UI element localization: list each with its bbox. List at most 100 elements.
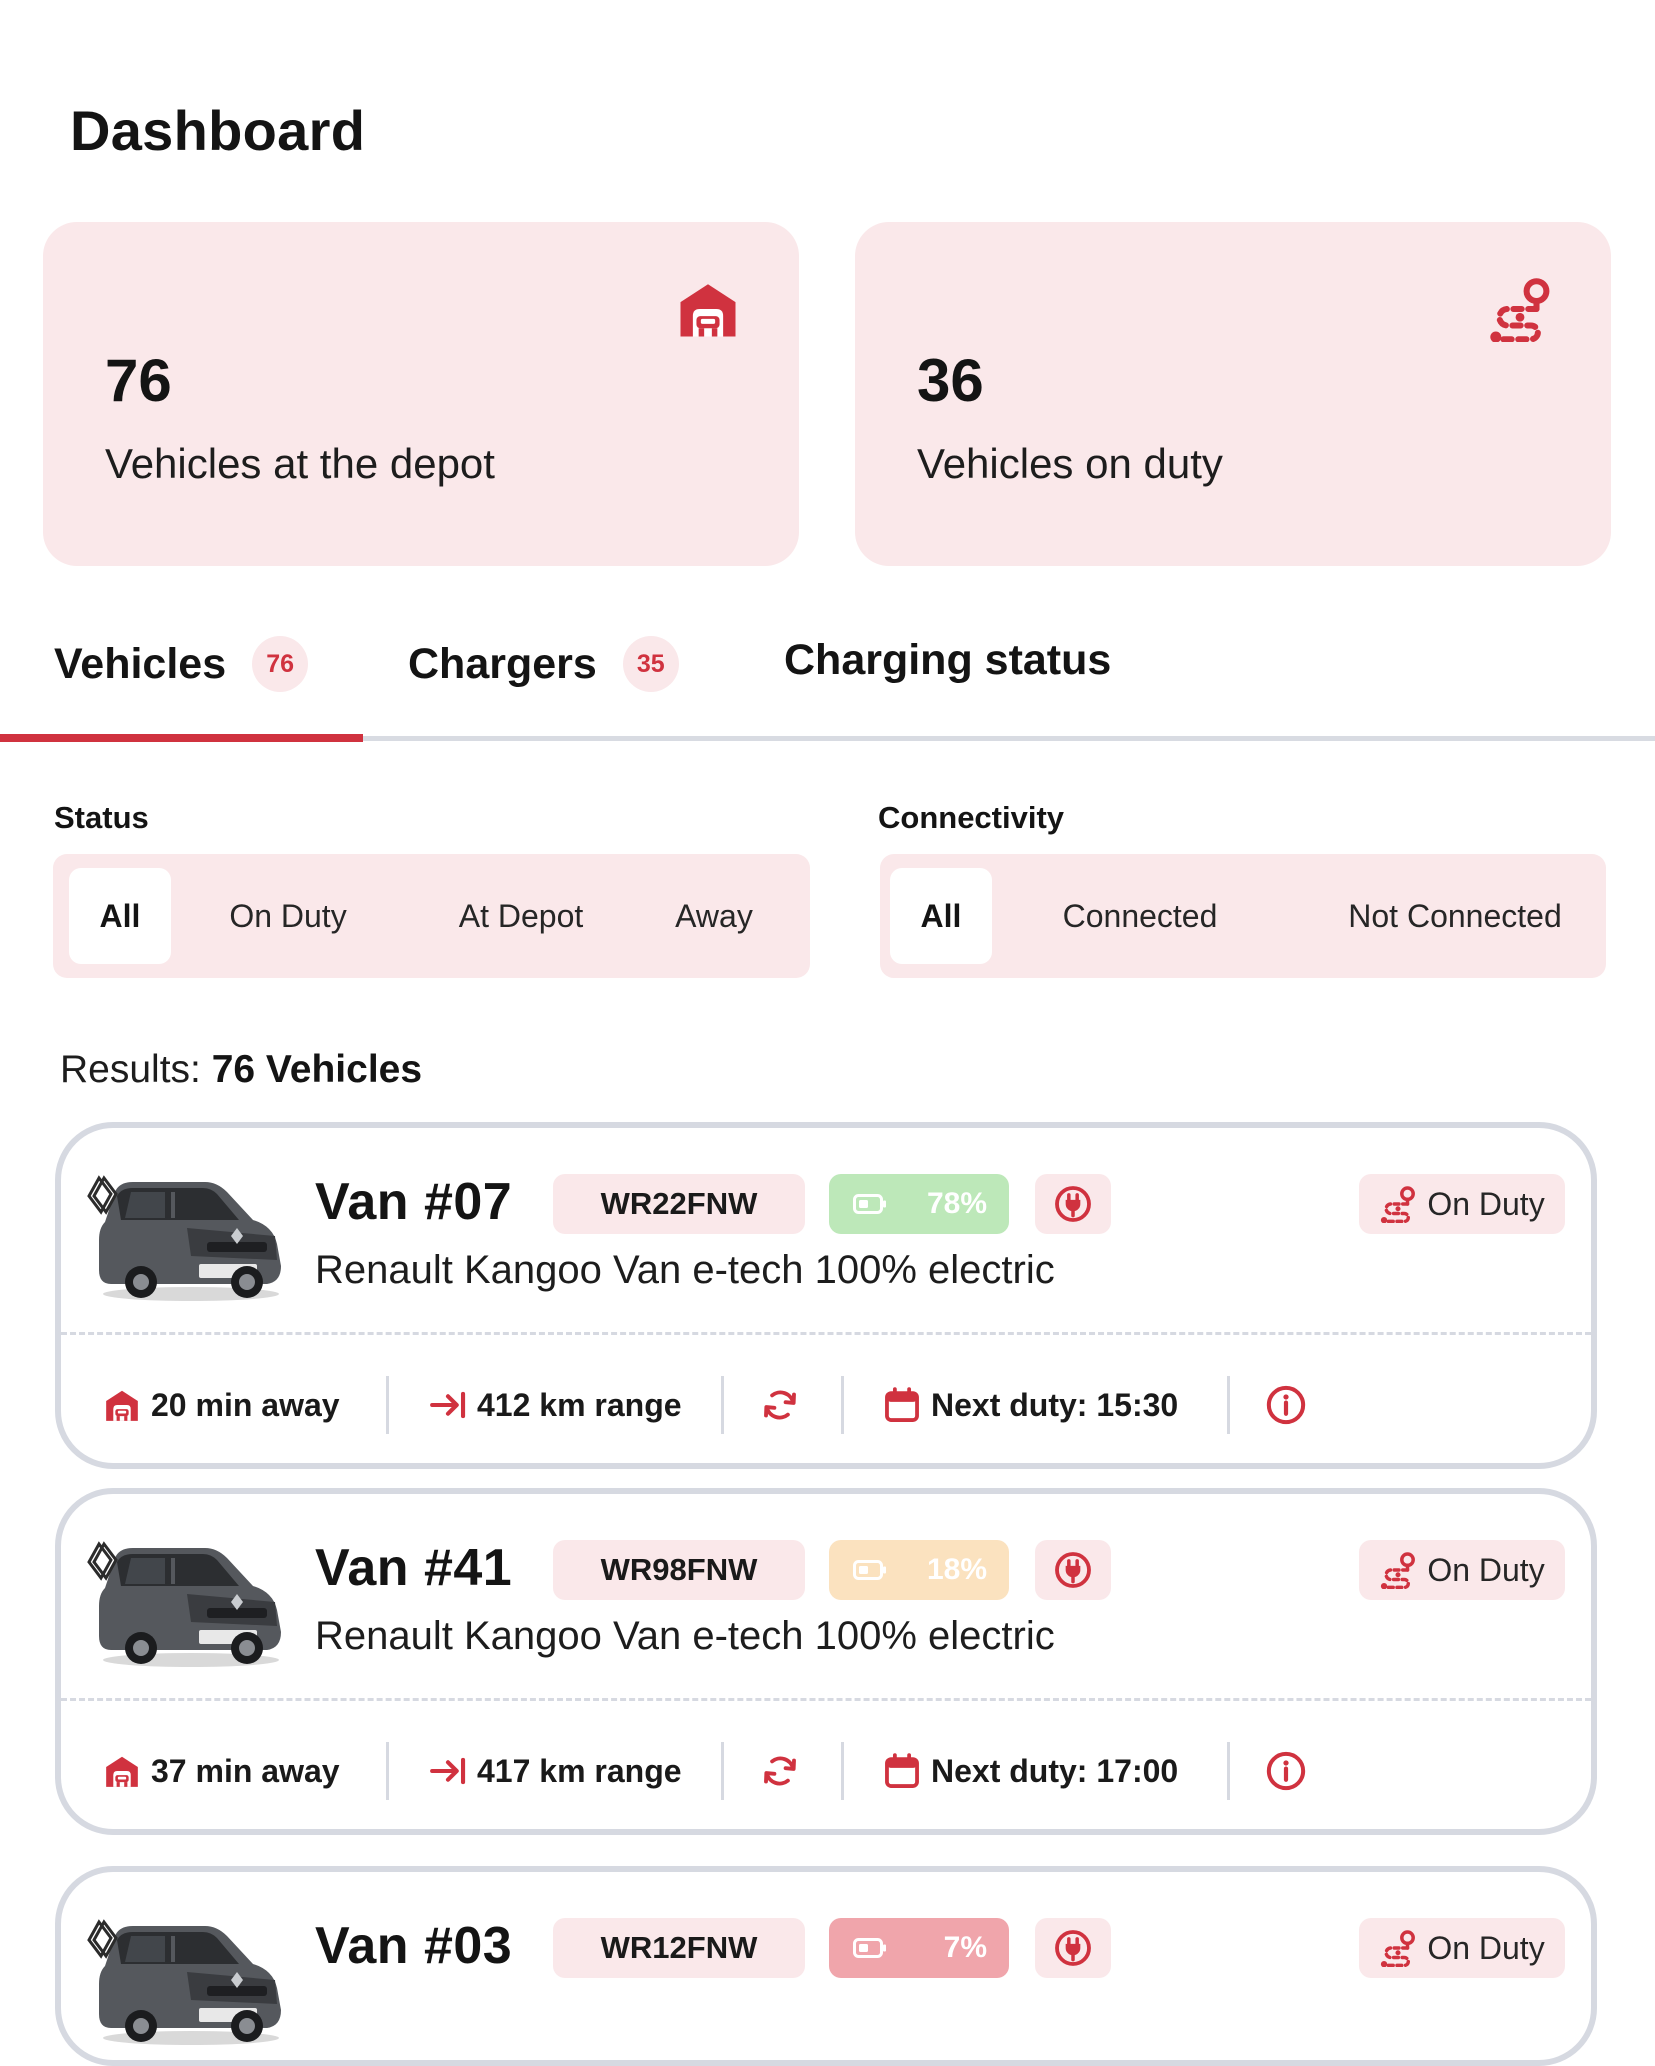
range-text: 417 km range	[477, 1752, 682, 1789]
distance-text: 37 min away	[151, 1752, 340, 1789]
tab-count-badge: 76	[252, 636, 309, 692]
tab-bar: Vehicles 76 Chargers 35 Charging status	[0, 600, 1655, 745]
vehicle-name: Van #07	[315, 1173, 513, 1231]
status-text: On Duty	[1427, 1929, 1545, 1966]
next-duty-info: Next duty: 15:30	[883, 1376, 1178, 1434]
tab-label: Chargers	[408, 639, 597, 688]
stat-label: Vehicles on duty	[917, 440, 1223, 487]
status-option-all[interactable]: All	[69, 868, 171, 964]
sync-button[interactable]	[759, 1742, 811, 1800]
battery-icon	[853, 1938, 887, 1958]
plug-button[interactable]	[1035, 1174, 1111, 1234]
tab-count-badge: 35	[622, 636, 679, 692]
garage-icon	[103, 1386, 141, 1424]
garage-icon	[103, 1752, 141, 1790]
status-badge: On Duty	[1359, 1174, 1565, 1234]
connectivity-option-not-connected[interactable]: Not Connected	[1320, 868, 1590, 964]
tab-charging-status[interactable]: Charging status	[784, 636, 1111, 685]
info-button[interactable]	[1265, 1742, 1317, 1800]
card-divider	[61, 1332, 1591, 1335]
tab-vehicles[interactable]: Vehicles 76	[54, 636, 309, 692]
next-duty-text: Next duty: 17:00	[931, 1752, 1179, 1789]
range-text: 412 km range	[477, 1386, 682, 1423]
route-icon	[1379, 1185, 1417, 1223]
status-badge: On Duty	[1359, 1540, 1565, 1600]
info-separator	[721, 1742, 724, 1800]
stat-value: 36	[917, 347, 984, 414]
route-icon	[1487, 276, 1553, 342]
range-arrow-icon	[429, 1386, 467, 1424]
status-text: On Duty	[1427, 1185, 1545, 1222]
info-separator	[841, 1742, 844, 1800]
results-prefix: Results:	[60, 1048, 212, 1091]
stat-label: Vehicles at the depot	[105, 440, 495, 487]
vehicle-card[interactable]: Van #41 WR98FNW 18% On Duty Renault Kang…	[55, 1488, 1597, 1835]
battery-badge: 18%	[829, 1540, 1009, 1600]
connectivity-option-all[interactable]: All	[890, 868, 992, 964]
sync-button[interactable]	[759, 1376, 811, 1434]
active-tab-indicator	[0, 734, 363, 742]
battery-level: 7%	[943, 1931, 987, 1964]
range-arrow-icon	[429, 1752, 467, 1790]
vehicle-model: Renault Kangoo Van e-tech 100% electric	[315, 1248, 1055, 1292]
card-divider	[61, 1698, 1591, 1701]
info-separator	[386, 1742, 389, 1800]
info-separator	[721, 1376, 724, 1434]
page-title: Dashboard	[70, 99, 366, 162]
info-separator	[1227, 1742, 1230, 1800]
route-icon	[1379, 1929, 1417, 1967]
info-icon	[1265, 1750, 1307, 1792]
battery-icon	[853, 1560, 887, 1580]
battery-icon	[853, 1194, 887, 1214]
status-text: On Duty	[1427, 1551, 1545, 1588]
stat-value: 76	[105, 347, 172, 414]
vehicle-model: Renault Kangoo Van e-tech 100% electric	[315, 1614, 1055, 1658]
battery-badge: 78%	[829, 1174, 1009, 1234]
status-option-away[interactable]: Away	[649, 868, 779, 964]
status-filter-label: Status	[54, 800, 149, 835]
vehicle-info-row: 20 min away 412 km range Next duty: 15:3…	[61, 1376, 1591, 1434]
van-image	[87, 1910, 287, 2050]
garage-icon	[675, 276, 741, 342]
info-separator	[386, 1376, 389, 1434]
info-separator	[1227, 1376, 1230, 1434]
tab-label: Charging status	[784, 636, 1112, 684]
status-option-on-duty[interactable]: On Duty	[193, 868, 383, 964]
info-button[interactable]	[1265, 1376, 1317, 1434]
plate-badge: WR98FNW	[553, 1540, 805, 1600]
plug-button[interactable]	[1035, 1918, 1111, 1978]
plug-icon	[1053, 1184, 1093, 1224]
connectivity-filter-label: Connectivity	[878, 800, 1065, 835]
vehicle-info-row: 37 min away 417 km range Next duty: 17:0…	[61, 1742, 1591, 1800]
vehicle-name: Van #41	[315, 1539, 513, 1597]
status-filter: All On Duty At Depot Away	[53, 854, 810, 978]
van-image	[87, 1532, 287, 1672]
distance-info: 37 min away	[103, 1742, 340, 1800]
results-value: 76 Vehicles	[211, 1048, 423, 1091]
tab-label: Vehicles	[54, 639, 227, 688]
range-info: 417 km range	[429, 1742, 682, 1800]
battery-level: 78%	[926, 1187, 987, 1220]
plug-button[interactable]	[1035, 1540, 1111, 1600]
info-separator	[841, 1376, 844, 1434]
tab-chargers[interactable]: Chargers 35	[408, 636, 679, 692]
status-option-at-depot[interactable]: At Depot	[421, 868, 621, 964]
stat-card-on-duty[interactable]: 36 Vehicles on duty	[855, 222, 1611, 566]
refresh-icon	[759, 1750, 801, 1792]
plate-badge: WR12FNW	[553, 1918, 805, 1978]
calendar-icon	[883, 1752, 921, 1790]
vehicle-card[interactable]: Van #07 WR22FNW 78% On Duty Renault Kang…	[55, 1122, 1597, 1469]
van-image	[87, 1166, 287, 1306]
range-info: 412 km range	[429, 1376, 682, 1434]
vehicle-card[interactable]: Van #03 WR12FNW 7% On Duty	[55, 1866, 1597, 2066]
stat-card-depot[interactable]: 76 Vehicles at the depot	[43, 222, 799, 566]
route-icon	[1379, 1551, 1417, 1589]
battery-badge: 7%	[829, 1918, 1009, 1978]
plug-icon	[1053, 1928, 1093, 1968]
next-duty-info: Next duty: 17:00	[883, 1742, 1178, 1800]
battery-level: 18%	[926, 1553, 987, 1586]
refresh-icon	[759, 1384, 801, 1426]
status-badge: On Duty	[1359, 1918, 1565, 1978]
info-icon	[1265, 1384, 1307, 1426]
connectivity-option-connected[interactable]: Connected	[1020, 868, 1260, 964]
